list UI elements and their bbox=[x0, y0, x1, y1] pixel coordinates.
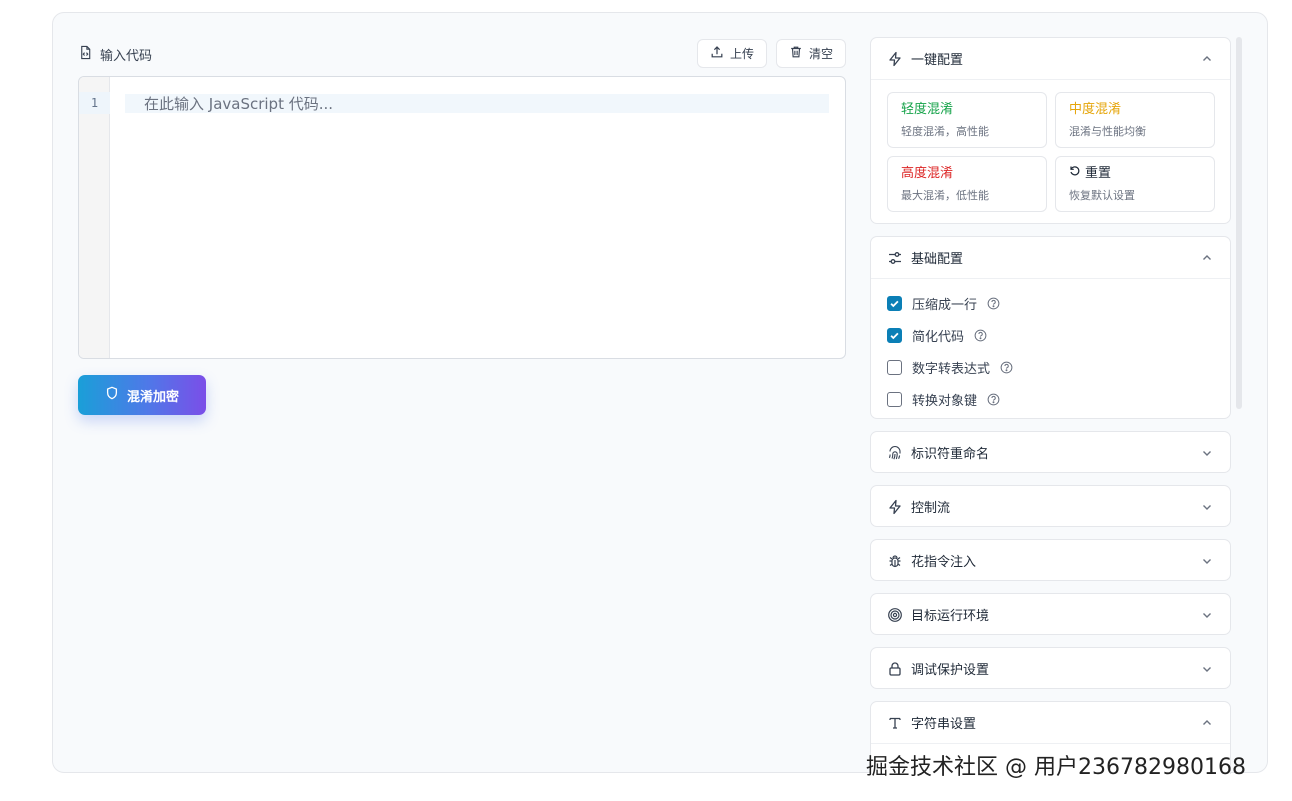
option-compact: 压缩成一行 bbox=[887, 287, 1214, 319]
section-target-env-header[interactable]: 目标运行环境 bbox=[871, 594, 1230, 634]
transform-object-keys-checkbox[interactable] bbox=[887, 391, 902, 407]
section-control-flow-header[interactable]: 控制流 bbox=[871, 486, 1230, 526]
section-title: 基础配置 bbox=[911, 252, 964, 267]
sliders-icon bbox=[887, 250, 903, 266]
basic-options: 压缩成一行 简化代码 数字转表达式 转换对象键 bbox=[871, 278, 1230, 418]
upload-icon bbox=[710, 45, 724, 62]
chevron-up-icon[interactable] bbox=[1200, 52, 1214, 66]
preset-desc: 轻度混淆，高性能 bbox=[901, 125, 989, 138]
option-label: 数字转表达式 bbox=[912, 361, 991, 377]
lock-icon bbox=[887, 661, 903, 677]
string-settings-body bbox=[871, 743, 1230, 744]
section-title: 目标运行环境 bbox=[911, 609, 990, 624]
code-file-icon bbox=[78, 45, 93, 64]
section-title: 调试保护设置 bbox=[911, 663, 990, 678]
simplify-checkbox[interactable] bbox=[887, 327, 902, 343]
help-icon[interactable] bbox=[974, 329, 987, 342]
compact-checkbox[interactable] bbox=[887, 295, 902, 311]
numbers-to-expressions-checkbox[interactable] bbox=[887, 359, 902, 375]
preset-desc: 混淆与性能均衡 bbox=[1069, 125, 1146, 138]
chevron-up-icon[interactable] bbox=[1200, 251, 1214, 265]
help-icon[interactable] bbox=[1000, 361, 1013, 374]
chevron-down-icon[interactable] bbox=[1200, 662, 1214, 676]
option-label: 转换对象键 bbox=[912, 393, 978, 409]
preset-title: 高度混淆 bbox=[901, 166, 954, 181]
section-basic-config-header[interactable]: 基础配置 bbox=[871, 237, 1230, 278]
section-junk-code-header[interactable]: 花指令注入 bbox=[871, 540, 1230, 580]
section-basic-config: 基础配置 压缩成一行 简化代码 数字转表达式 转换对象键 bbox=[870, 236, 1231, 419]
line-gutter: 1 bbox=[79, 77, 110, 358]
option-label: 简化代码 bbox=[912, 329, 965, 345]
editor-placeholder: 在此输入 JavaScript 代码... bbox=[144, 95, 334, 113]
help-icon[interactable] bbox=[987, 297, 1000, 310]
obfuscate-button[interactable]: 混淆加密 bbox=[78, 375, 206, 415]
section-control-flow[interactable]: 控制流 bbox=[870, 485, 1231, 527]
section-debug-protection-header[interactable]: 调试保护设置 bbox=[871, 648, 1230, 688]
section-title: 字符串设置 bbox=[911, 717, 977, 732]
section-debug-protection[interactable]: 调试保护设置 bbox=[870, 647, 1231, 689]
chevron-down-icon[interactable] bbox=[1200, 446, 1214, 460]
lightning-icon bbox=[887, 499, 903, 515]
section-target-env[interactable]: 目标运行环境 bbox=[870, 593, 1231, 635]
option-transform-object-keys: 转换对象键 bbox=[887, 383, 1214, 415]
section-title: 标识符重命名 bbox=[911, 447, 990, 462]
option-numbers-to-expressions: 数字转表达式 bbox=[887, 351, 1214, 383]
section-identifier-rename[interactable]: 标识符重命名 bbox=[870, 431, 1231, 473]
lightning-icon bbox=[887, 51, 903, 67]
preset-title: 中度混淆 bbox=[1069, 102, 1122, 117]
line-number: 1 bbox=[79, 92, 110, 114]
chevron-up-icon[interactable] bbox=[1200, 716, 1214, 730]
preset-grid: 轻度混淆 轻度混淆，高性能 中度混淆 混淆与性能均衡 高度混淆 最大混淆，低性能… bbox=[871, 79, 1230, 223]
section-quick-config-header[interactable]: 一键配置 bbox=[871, 38, 1230, 79]
code-editor[interactable]: 1 在此输入 JavaScript 代码... bbox=[78, 76, 846, 359]
config-panel: 一键配置 轻度混淆 轻度混淆，高性能 中度混淆 混淆与性能均衡 高度混淆 最大混… bbox=[870, 37, 1232, 774]
watermark: 掘金技术社区 @ 用户23678298016​8 bbox=[866, 755, 1246, 780]
reset-icon bbox=[1069, 165, 1081, 183]
section-title: 花指令注入 bbox=[911, 555, 977, 570]
preset-reset[interactable]: 重置 恢复默认设置 bbox=[1055, 156, 1215, 212]
chevron-down-icon[interactable] bbox=[1200, 500, 1214, 514]
section-quick-config: 一键配置 轻度混淆 轻度混淆，高性能 中度混淆 混淆与性能均衡 高度混淆 最大混… bbox=[870, 37, 1231, 224]
section-title: 一键配置 bbox=[911, 53, 964, 68]
clear-label: 清空 bbox=[808, 47, 833, 61]
target-icon bbox=[887, 607, 903, 623]
option-simplify: 简化代码 bbox=[887, 319, 1214, 351]
section-title: 控制流 bbox=[911, 501, 951, 516]
fingerprint-icon bbox=[887, 445, 903, 461]
bug-icon bbox=[887, 553, 903, 569]
editor-header: 输入代码 上传 清空 bbox=[78, 39, 846, 69]
preset-heavy[interactable]: 高度混淆 最大混淆，低性能 bbox=[887, 156, 1047, 212]
help-icon[interactable] bbox=[987, 393, 1000, 406]
chevron-down-icon[interactable] bbox=[1200, 608, 1214, 622]
editor-title-label: 输入代码 bbox=[100, 49, 153, 64]
trash-icon bbox=[789, 45, 803, 62]
preset-title-row: 重置 bbox=[1069, 165, 1201, 183]
shield-icon bbox=[105, 386, 119, 404]
preset-desc: 恢复默认设置 bbox=[1069, 189, 1135, 202]
chevron-down-icon[interactable] bbox=[1200, 554, 1214, 568]
section-string-settings-header[interactable]: 字符串设置 bbox=[871, 702, 1230, 743]
preset-title: 重置 bbox=[1085, 166, 1112, 181]
obfuscate-label: 混淆加密 bbox=[126, 389, 179, 405]
preset-light[interactable]: 轻度混淆 轻度混淆，高性能 bbox=[887, 92, 1047, 148]
clear-button[interactable]: 清空 bbox=[775, 39, 846, 68]
upload-label: 上传 bbox=[729, 47, 754, 61]
preset-title: 轻度混淆 bbox=[901, 102, 954, 117]
preset-medium[interactable]: 中度混淆 混淆与性能均衡 bbox=[1055, 92, 1215, 148]
section-identifier-rename-header[interactable]: 标识符重命名 bbox=[871, 432, 1230, 472]
preset-desc: 最大混淆，低性能 bbox=[901, 189, 989, 202]
text-type-icon bbox=[887, 715, 903, 731]
editor-title: 输入代码 bbox=[78, 45, 152, 64]
section-junk-code[interactable]: 花指令注入 bbox=[870, 539, 1231, 581]
option-label: 压缩成一行 bbox=[912, 297, 978, 313]
panel-scrollbar[interactable] bbox=[1236, 37, 1242, 409]
upload-button[interactable]: 上传 bbox=[696, 39, 767, 68]
